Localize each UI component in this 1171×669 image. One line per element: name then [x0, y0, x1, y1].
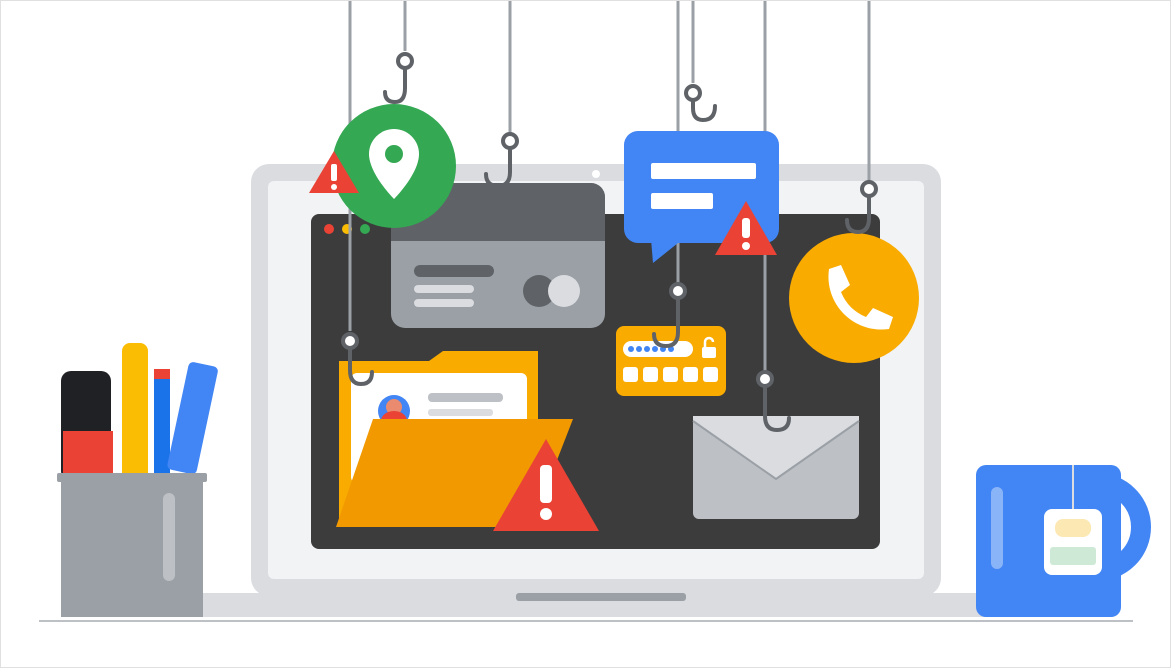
laptop-hinge	[516, 593, 686, 601]
password-icon	[616, 326, 726, 396]
pencil-cup-icon	[57, 343, 218, 617]
window-maximize-dot	[360, 224, 370, 234]
window-close-dot	[324, 224, 334, 234]
tea-mug-icon	[976, 465, 1151, 617]
location-pin-icon	[332, 104, 456, 228]
phone-icon	[789, 233, 919, 363]
phishing-illustration	[39, 1, 1151, 622]
illustration-frame	[0, 0, 1171, 668]
camera-icon	[592, 170, 600, 178]
